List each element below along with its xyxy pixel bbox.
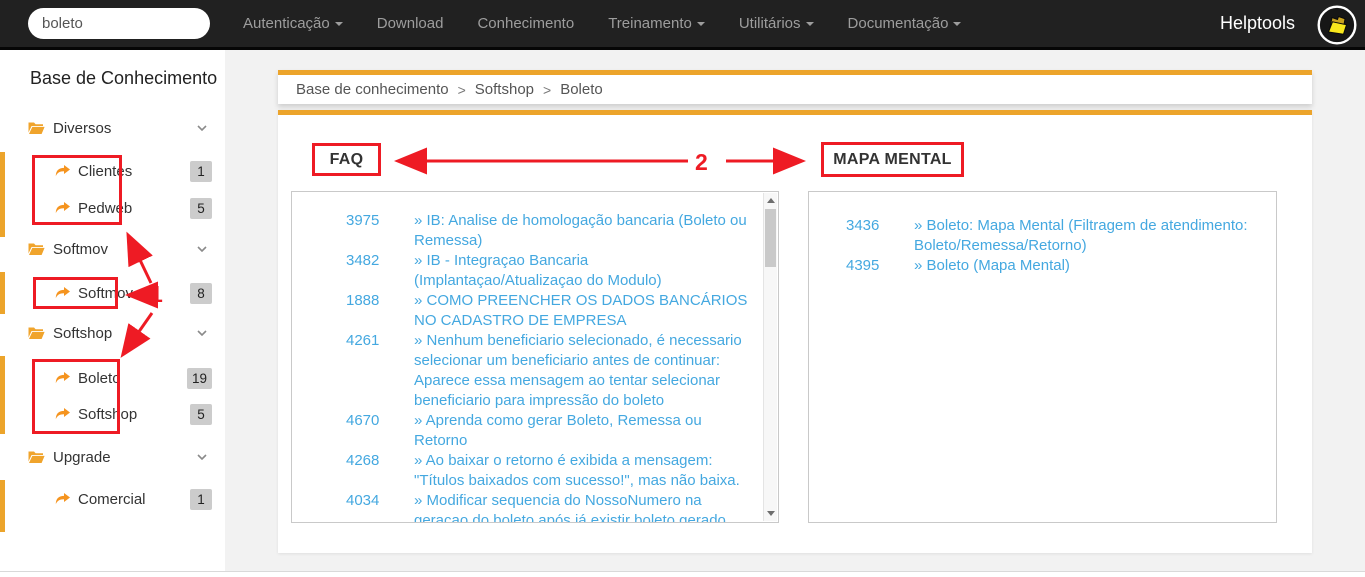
group-accent-bar [0,356,5,434]
chevron-down-icon[interactable] [197,454,207,460]
annotation-box-group1 [32,155,122,225]
faq-link[interactable]: » Ao baixar o retorno é exibida a mensag… [414,451,756,491]
nav-item-documentacao[interactable]: Documentação [848,15,962,32]
folder-label: Softmov [53,240,109,258]
navbar: Autenticação Download Conhecimento Trein… [0,0,1365,50]
faq-link[interactable]: » IB: Analise de homologação bancaria (B… [414,211,756,251]
count-badge: 5 [190,404,212,425]
count-badge: 1 [190,489,212,510]
faq-row: 4034» Modificar sequencia do NossoNumero… [292,491,778,522]
nav-item-utilitarios[interactable]: Utilitários [739,15,814,32]
breadcrumb-item-base[interactable]: Base de conhecimento [296,81,449,98]
nav-item-treinamento[interactable]: Treinamento [608,15,705,32]
faq-panel: 3975» IB: Analise de homologação bancari… [291,191,779,523]
folder-open-icon [28,122,45,134]
annotation-label-1: 1 [150,281,163,307]
faq-row: 4261» Nenhum beneficiario selecionado, é… [292,331,778,411]
faq-title-box: FAQ [312,143,381,176]
mapa-mental-title: MAPA MENTAL [833,150,952,168]
sidebar-item-comercial[interactable]: Comercial [55,487,146,511]
scrollbar[interactable] [763,193,777,521]
faq-row: 1888» COMO PREENCHER OS DADOS BANCÁRIOS … [292,291,778,331]
faq-link[interactable]: » Aprenda como gerar Boleto, Remessa ou … [414,411,756,451]
annotation-label-2: 2 [695,149,708,175]
chevron-down-icon[interactable] [197,246,207,252]
breadcrumb-item-softshop[interactable]: Softshop [475,81,534,98]
footer-divider [0,571,1365,577]
count-badge: 19 [186,368,212,389]
faq-title: FAQ [329,150,364,168]
breadcrumb-separator: > [457,81,466,98]
faq-row: 3975» IB: Analise de homologação bancari… [292,211,778,251]
annotation-box-softmov [33,277,118,309]
faq-link[interactable]: » Nenhum beneficiario selecionado, é nec… [414,331,756,411]
caret-down-icon [953,22,962,27]
faq-row: 3482» IB - Integraçao Bancaria (Implanta… [292,251,778,291]
folder-label: Upgrade [53,448,111,466]
mapa-row: 4395» Boleto (Mapa Mental) [809,256,1276,276]
content-card: FAQ MAPA MENTAL 2 3975» IB: Analise de h… [278,110,1312,553]
scroll-up-button[interactable] [764,193,777,208]
sidebar-folder-softmov[interactable]: Softmov [28,237,207,261]
sidebar-folder-softshop[interactable]: Softshop [28,321,207,345]
folder-label: Diversos [53,119,112,137]
mapa-list: 3436» Boleto: Mapa Mental (Filtragem de … [809,192,1276,276]
breadcrumb: Base de conhecimento > Softshop > Boleto [278,75,1312,104]
mapa-link[interactable]: » Boleto (Mapa Mental) [914,256,1258,276]
caret-down-icon [334,22,343,27]
group-accent-bar [0,272,5,314]
mapa-row: 3436» Boleto: Mapa Mental (Filtragem de … [809,216,1276,256]
breadcrumb-card: Base de conhecimento > Softshop > Boleto [278,70,1312,104]
brand-title: Helptools [1219,13,1295,33]
caret-down-icon [696,22,705,27]
chevron-down-icon[interactable] [197,125,207,131]
helptools-logo-icon[interactable] [1317,5,1357,45]
breadcrumb-item-boleto[interactable]: Boleto [560,81,603,98]
sidebar: Base de Conhecimento Diversos Clientes 1… [0,50,225,577]
sidebar-title: Base de Conhecimento [30,68,218,88]
faq-row: 4268» Ao baixar o retorno é exibida a me… [292,451,778,491]
folder-open-icon [28,327,45,339]
annotation-box-group3 [32,359,120,434]
faq-list: 3975» IB: Analise de homologação bancari… [292,192,778,522]
forward-arrow-icon [55,493,70,505]
main-nav: Autenticação Download Conhecimento Trein… [243,0,962,47]
breadcrumb-separator: > [543,81,552,98]
folder-label: Softshop [53,324,113,342]
group-accent-bar [0,152,5,237]
folder-open-icon [28,451,45,463]
mapa-link[interactable]: » Boleto: Mapa Mental (Filtragem de aten… [914,216,1258,256]
folder-open-icon [28,243,45,255]
mapa-mental-title-box: MAPA MENTAL [821,142,964,177]
chevron-down-icon[interactable] [197,330,207,336]
faq-link[interactable]: » IB - Integraçao Bancaria (Implantaçao/… [414,251,756,291]
nav-item-download[interactable]: Download [377,15,444,32]
triangle-up-icon [766,198,775,203]
mapa-mental-panel: 3436» Boleto: Mapa Mental (Filtragem de … [808,191,1277,523]
nav-item-autenticacao[interactable]: Autenticação [243,15,343,32]
count-badge: 1 [190,161,212,182]
nav-item-conhecimento[interactable]: Conhecimento [477,15,574,32]
search-input[interactable] [28,8,210,39]
count-badge: 8 [190,283,212,304]
caret-down-icon [805,22,814,27]
group-accent-bar [0,480,5,532]
scrollbar-thumb[interactable] [765,209,776,267]
faq-row: 4670» Aprenda como gerar Boleto, Remessa… [292,411,778,451]
triangle-down-icon [766,511,775,516]
sidebar-folder-upgrade[interactable]: Upgrade [28,445,207,469]
sidebar-folder-diversos[interactable]: Diversos [28,116,207,140]
scroll-down-button[interactable] [764,506,777,521]
count-badge: 5 [190,198,212,219]
faq-link[interactable]: » COMO PREENCHER OS DADOS BANCÁRIOS NO C… [414,291,756,331]
faq-link[interactable]: » Modificar sequencia do NossoNumero na … [414,491,756,522]
